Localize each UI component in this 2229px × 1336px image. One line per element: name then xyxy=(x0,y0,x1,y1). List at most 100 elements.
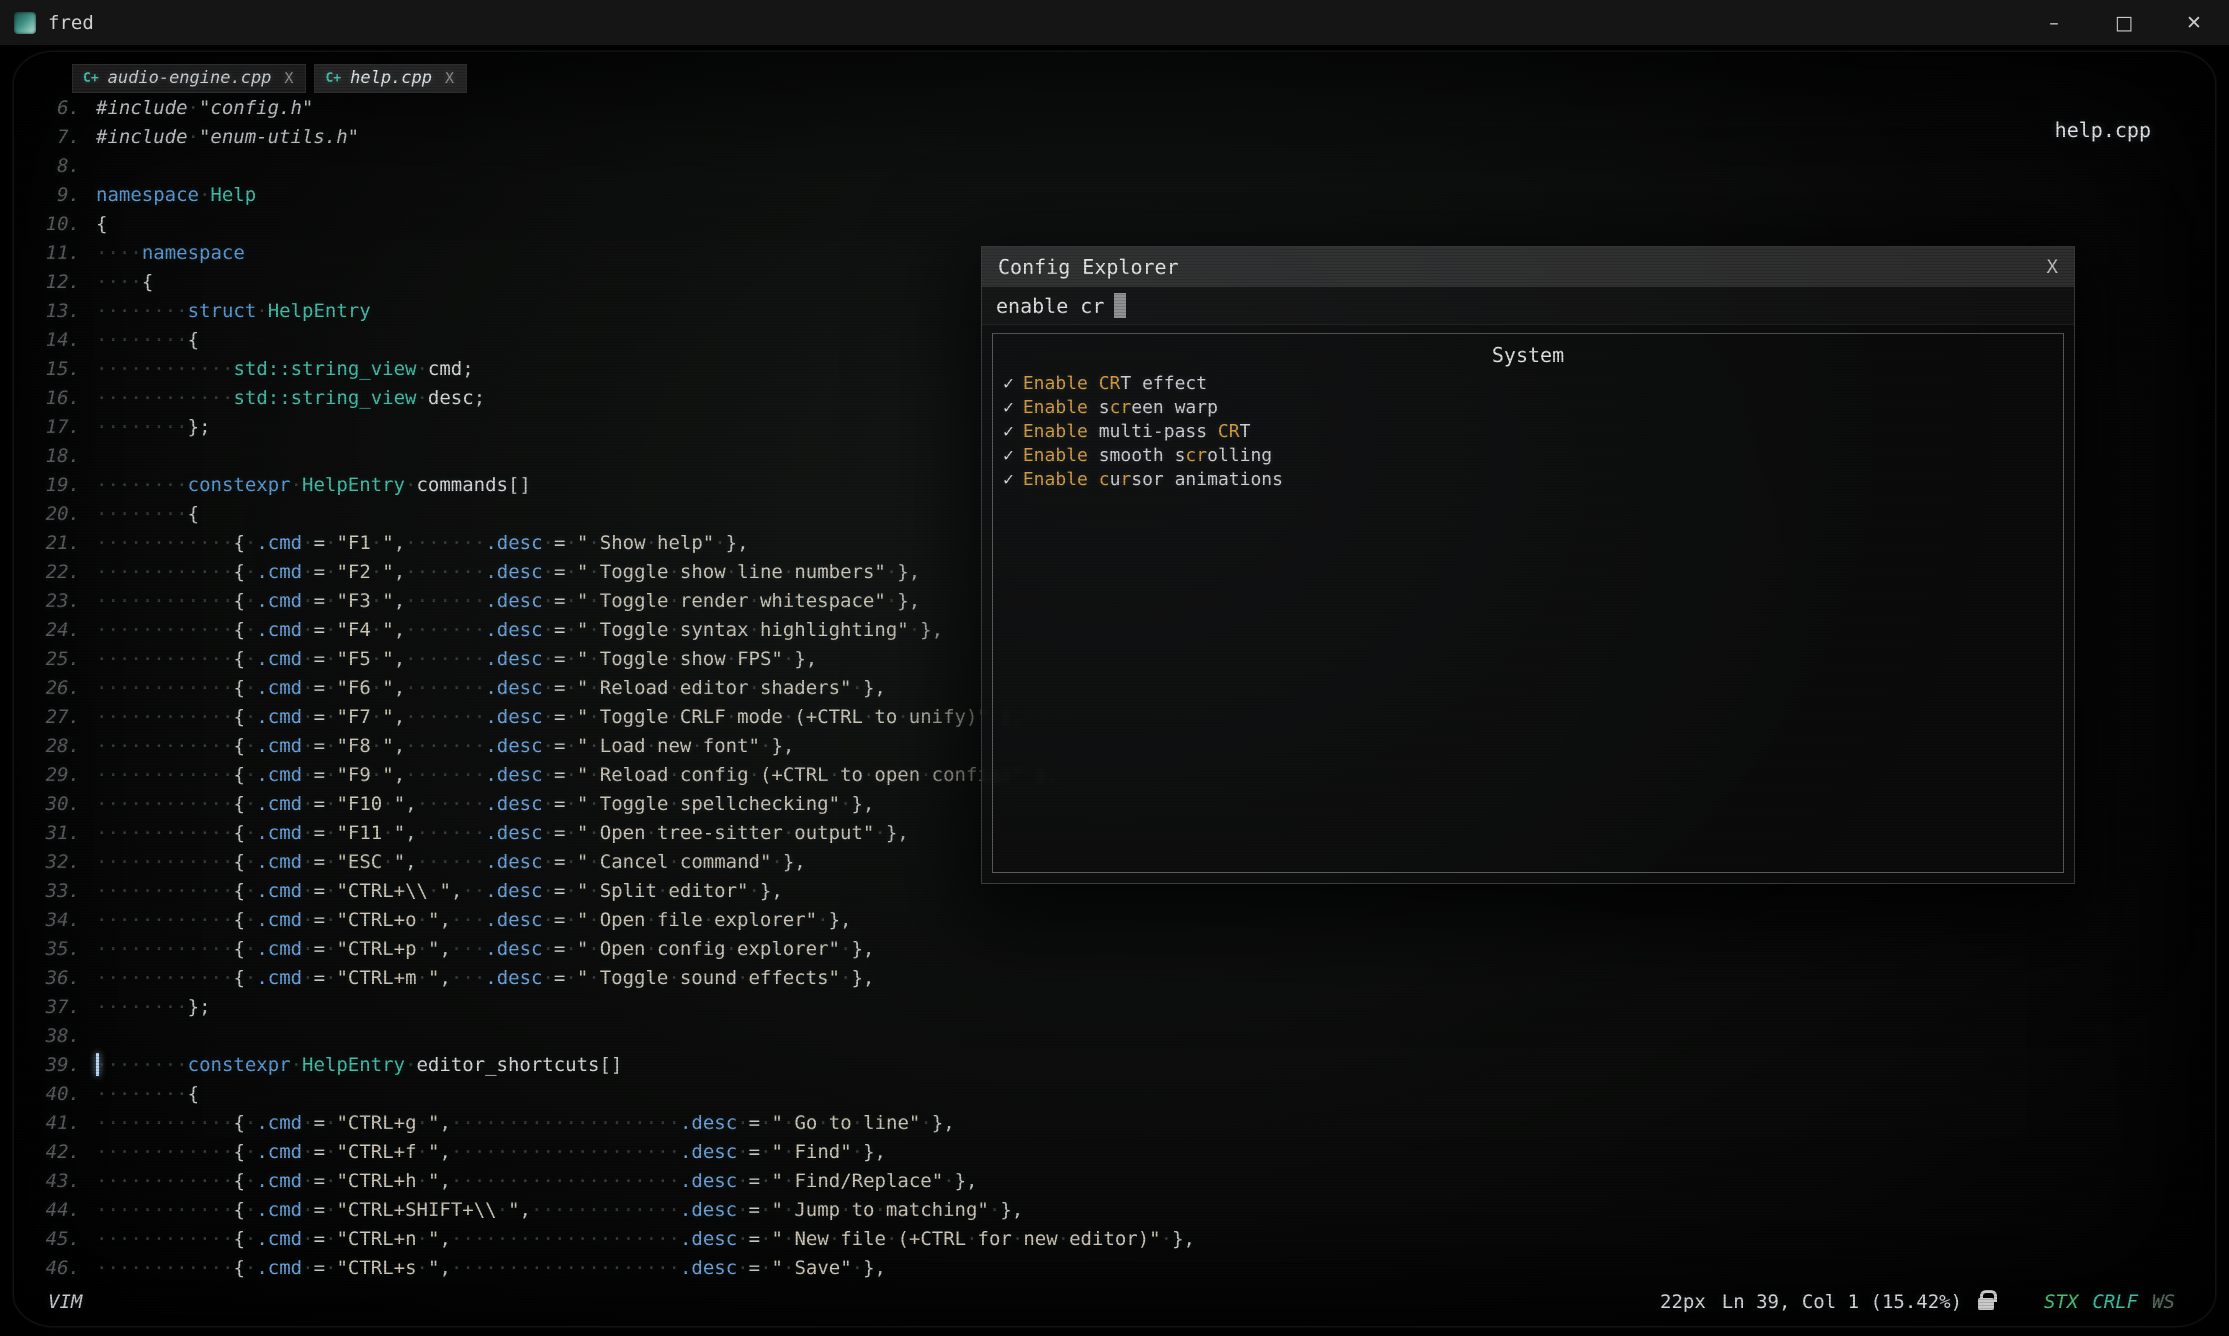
window-title: fred xyxy=(48,12,94,34)
option-text: T effect xyxy=(1120,373,1207,394)
fuzzy-match-text: Enable xyxy=(1023,373,1088,394)
line-number: 33. xyxy=(38,877,80,906)
checkbox-checked-icon[interactable]: ✓ xyxy=(1003,373,1014,394)
close-button[interactable]: ✕ xyxy=(2159,0,2229,45)
code-line[interactable]: 43.············{·.cmd·=·"CTRL+h·",······… xyxy=(38,1167,2205,1196)
active-filename-overlay: help.cpp xyxy=(2055,118,2151,142)
option-text xyxy=(1088,469,1099,490)
config-items: ✓Enable CRT effect✓Enable screen warp✓En… xyxy=(1003,372,2053,492)
config-option[interactable]: ✓Enable screen warp xyxy=(1003,396,2053,420)
config-option[interactable]: ✓Enable smooth scrolling xyxy=(1003,444,2053,468)
tab-close-button[interactable]: X xyxy=(445,69,454,87)
line-number: 32. xyxy=(38,848,80,877)
code-line[interactable]: 38. xyxy=(38,1022,2205,1051)
code-line[interactable]: 40.········{ xyxy=(38,1080,2205,1109)
line-number: 43. xyxy=(38,1167,80,1196)
code-line[interactable]: 6.#include·"config.h" xyxy=(38,94,2205,123)
fuzzy-match-text: Enable xyxy=(1023,397,1088,418)
fuzzy-match-text: CR xyxy=(1099,373,1121,394)
line-number: 12. xyxy=(38,268,80,297)
option-text: smooth s xyxy=(1088,445,1186,466)
line-number: 20. xyxy=(38,500,80,529)
code-line[interactable]: 7.#include·"enum-utils.h" xyxy=(38,123,2205,152)
config-option[interactable]: ✓Enable multi-pass CRT xyxy=(1003,420,2053,444)
line-number: 39. xyxy=(38,1051,80,1080)
config-options-list: System ✓Enable CRT effect✓Enable screen … xyxy=(992,333,2064,873)
fuzzy-match-text: Enable xyxy=(1023,421,1088,442)
line-number: 36. xyxy=(38,964,80,993)
line-number: 35. xyxy=(38,935,80,964)
line-number: 6. xyxy=(38,94,80,123)
line-number: 11. xyxy=(38,239,80,268)
crt-surface: C+audio-engine.cppXC+help.cppX help.cpp … xyxy=(14,52,2215,1326)
crt-screen: C+audio-engine.cppXC+help.cppX help.cpp … xyxy=(0,46,2229,1336)
text-cursor-icon xyxy=(1114,293,1126,318)
code-line[interactable]: 10.{ xyxy=(38,210,2205,239)
line-number: 7. xyxy=(38,123,80,152)
line-number: 46. xyxy=(38,1254,80,1282)
option-text: u xyxy=(1110,469,1121,490)
line-number: 26. xyxy=(38,674,80,703)
tab-audio-engine.cpp[interactable]: C+ audio-engine.cpp X xyxy=(72,64,306,93)
code-line[interactable]: 37.········}; xyxy=(38,993,2205,1022)
option-text xyxy=(1088,373,1099,394)
fuzzy-match-text: cr xyxy=(1110,397,1132,418)
status-flag-stx: STX xyxy=(2044,1291,2078,1313)
checkbox-checked-icon[interactable]: ✓ xyxy=(1003,445,1014,466)
tab-help.cpp[interactable]: C+help.cppX xyxy=(314,64,467,93)
option-text: multi-pass xyxy=(1088,421,1218,442)
code-line[interactable]: 35.············{·.cmd·=·"CTRL+p·",···.de… xyxy=(38,935,2205,964)
code-line[interactable]: 36.············{·.cmd·=·"CTRL+m·",···.de… xyxy=(38,964,2205,993)
code-line[interactable]: 45.············{·.cmd·=·"CTRL+n·",······… xyxy=(38,1225,2205,1254)
cpp-file-icon: C+ xyxy=(325,71,341,86)
code-line[interactable]: 8. xyxy=(38,152,2205,181)
line-number: 17. xyxy=(38,413,80,442)
line-number: 45. xyxy=(38,1225,80,1254)
checkbox-checked-icon[interactable]: ✓ xyxy=(1003,421,1014,442)
code-line[interactable]: 9.namespace·Help xyxy=(38,181,2205,210)
code-line[interactable]: 44.············{·.cmd·=·"CTRL+SHIFT+\\·"… xyxy=(38,1196,2205,1225)
config-option[interactable]: ✓ Enable CRT effect xyxy=(1003,372,2053,396)
line-number: 23. xyxy=(38,587,80,616)
config-explorer-title: Config Explorer xyxy=(998,255,1179,279)
config-explorer-header[interactable]: Config Explorer X xyxy=(982,247,2074,287)
config-explorer-panel: Config Explorer X enable cr System ✓Enab… xyxy=(981,246,2075,884)
status-flag-crlf: CRLF xyxy=(2092,1291,2138,1313)
line-number: 15. xyxy=(38,355,80,384)
line-number: 31. xyxy=(38,819,80,848)
option-text: T xyxy=(1240,421,1251,442)
tab-label: audio-engine.cpp xyxy=(108,68,272,88)
cpp-file-icon: C+ xyxy=(83,71,99,86)
line-number: 21. xyxy=(38,529,80,558)
code-line[interactable]: 41.············{·.cmd·=·"CTRL+g·",······… xyxy=(38,1109,2205,1138)
window-titlebar: fred – □ ✕ xyxy=(0,0,2229,46)
checkbox-checked-icon[interactable]: ✓ xyxy=(1003,469,1014,490)
config-close-button[interactable]: X xyxy=(2047,256,2058,278)
line-number: 44. xyxy=(38,1196,80,1225)
status-flag-ws: WS xyxy=(2152,1291,2175,1313)
config-section-title: System xyxy=(1003,340,2053,372)
fuzzy-match-text: r xyxy=(1120,469,1131,490)
cursor-position-indicator: Ln 39, Col 1 (15.42%) xyxy=(1722,1291,1962,1313)
fuzzy-match-text: Enable xyxy=(1023,469,1088,490)
line-number: 42. xyxy=(38,1138,80,1167)
maximize-button[interactable]: □ xyxy=(2089,0,2159,45)
option-text: s xyxy=(1088,397,1110,418)
code-line[interactable]: 42.············{·.cmd·=·"CTRL+f·",······… xyxy=(38,1138,2205,1167)
status-flags: STX CRLF WS xyxy=(2044,1291,2175,1313)
line-number: 25. xyxy=(38,645,80,674)
config-search-input[interactable]: enable cr xyxy=(982,287,2074,325)
code-line[interactable]: 46.············{·.cmd·=·"CTRL+s·",······… xyxy=(38,1254,2205,1282)
tab-close-button[interactable]: X xyxy=(284,69,293,87)
code-line[interactable]: 34.············{·.cmd·=·"CTRL+o·",···.de… xyxy=(38,906,2205,935)
config-option[interactable]: ✓Enable cursor animations xyxy=(1003,468,2053,492)
line-number: 28. xyxy=(38,732,80,761)
line-number: 24. xyxy=(38,616,80,645)
line-number: 34. xyxy=(38,906,80,935)
code-line[interactable]: 39.········constexpr·HelpEntry·editor_sh… xyxy=(38,1051,2205,1080)
line-number: 14. xyxy=(38,326,80,355)
font-size-indicator: 22px xyxy=(1660,1291,1706,1313)
minimize-button[interactable]: – xyxy=(2019,0,2089,45)
checkbox-checked-icon[interactable]: ✓ xyxy=(1003,397,1014,418)
line-number: 41. xyxy=(38,1109,80,1138)
